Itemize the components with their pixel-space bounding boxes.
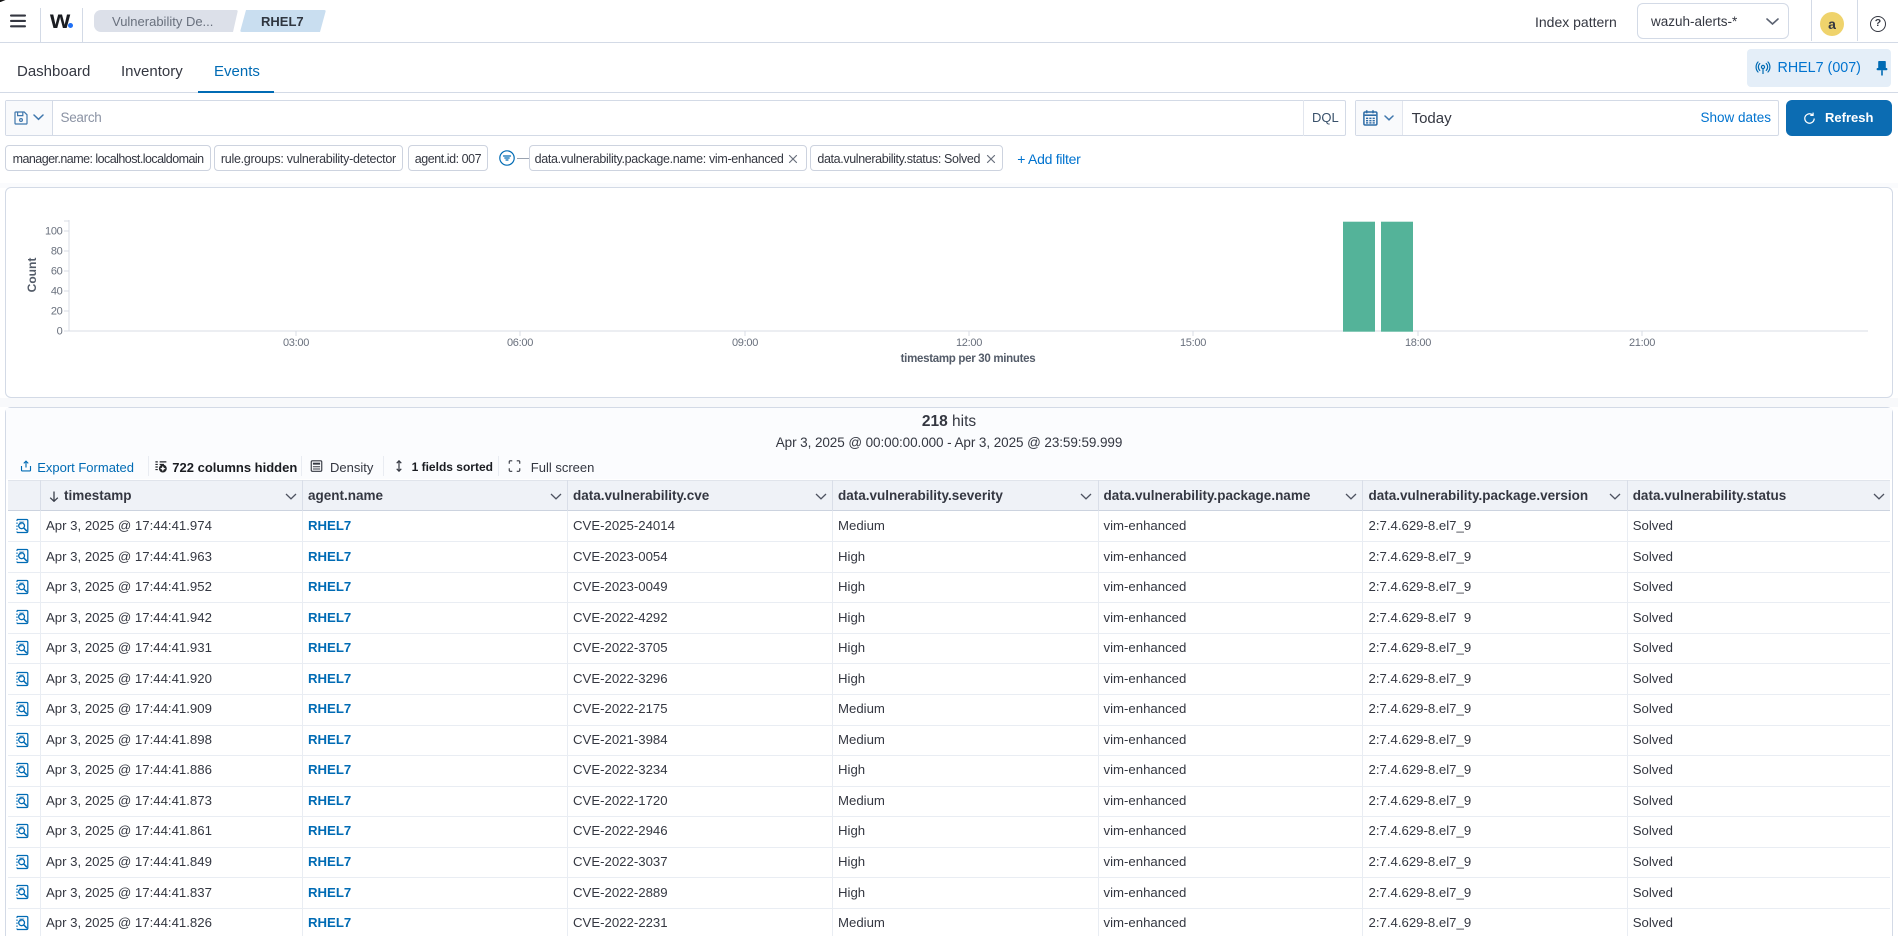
svg-text:06:00: 06:00 <box>507 337 533 349</box>
svg-text:20: 20 <box>51 306 63 318</box>
svg-text:12:00: 12:00 <box>956 337 982 349</box>
svg-text:60: 60 <box>51 266 63 278</box>
svg-text:0: 0 <box>57 326 63 338</box>
svg-text:21:00: 21:00 <box>1629 337 1655 349</box>
svg-text:timestamp per 30 minutes: timestamp per 30 minutes <box>901 353 1036 365</box>
svg-text:40: 40 <box>51 286 63 298</box>
svg-text:03:00: 03:00 <box>283 337 309 349</box>
svg-text:80: 80 <box>51 246 63 258</box>
svg-text:Count: Count <box>25 258 39 293</box>
svg-text:100: 100 <box>45 226 63 238</box>
svg-text:18:00: 18:00 <box>1405 337 1431 349</box>
svg-text:09:00: 09:00 <box>732 337 758 349</box>
svg-text:15:00: 15:00 <box>1180 337 1206 349</box>
